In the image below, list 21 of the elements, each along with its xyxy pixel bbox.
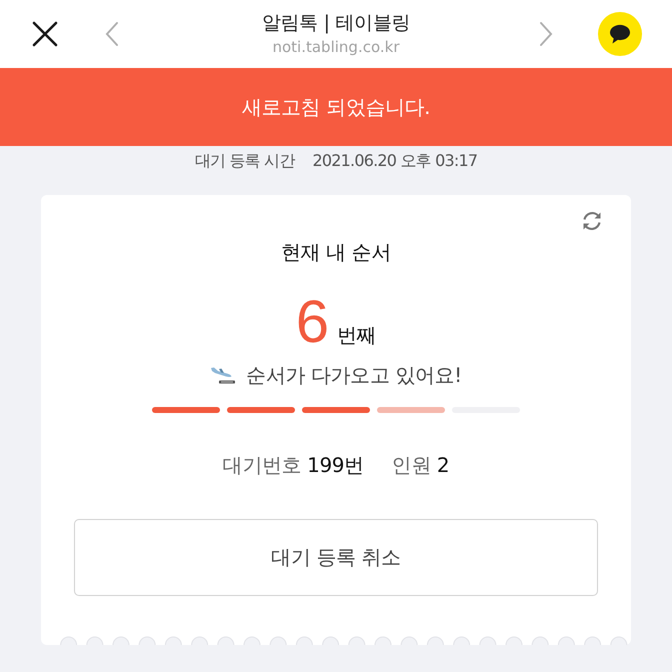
party-size-label: 인원 — [392, 452, 431, 479]
queue-number-label: 대기번호 — [222, 452, 302, 479]
page-url: noti.tabling.co.kr — [272, 37, 400, 57]
registration-time-value: 2021.06.20 오후 03:17 — [312, 150, 478, 172]
queue-heading: 현재 내 순서 — [281, 239, 391, 266]
close-icon — [32, 21, 58, 47]
cancel-registration-button[interactable]: 대기 등록 취소 — [74, 519, 598, 596]
queue-number-value: 199번 — [307, 452, 364, 479]
chevron-right-icon — [539, 21, 553, 47]
close-button[interactable] — [32, 21, 58, 47]
chat-button[interactable] — [598, 12, 642, 56]
landing-airplane-icon — [210, 365, 236, 385]
speech-bubble-icon — [598, 12, 642, 56]
queue-position-suffix: 번째 — [337, 322, 376, 349]
status-message: 순서가 다가오고 있어요! — [246, 362, 462, 388]
chevron-left-icon — [105, 21, 119, 47]
party-size-value: 2 — [436, 452, 450, 479]
queue-position-number: 6 — [296, 290, 330, 354]
registration-time-label: 대기 등록 시간 — [194, 150, 295, 172]
toast-banner: 새로고침 되었습니다. — [0, 68, 672, 146]
page-title: 알림톡 | 테이블링 — [262, 11, 410, 35]
